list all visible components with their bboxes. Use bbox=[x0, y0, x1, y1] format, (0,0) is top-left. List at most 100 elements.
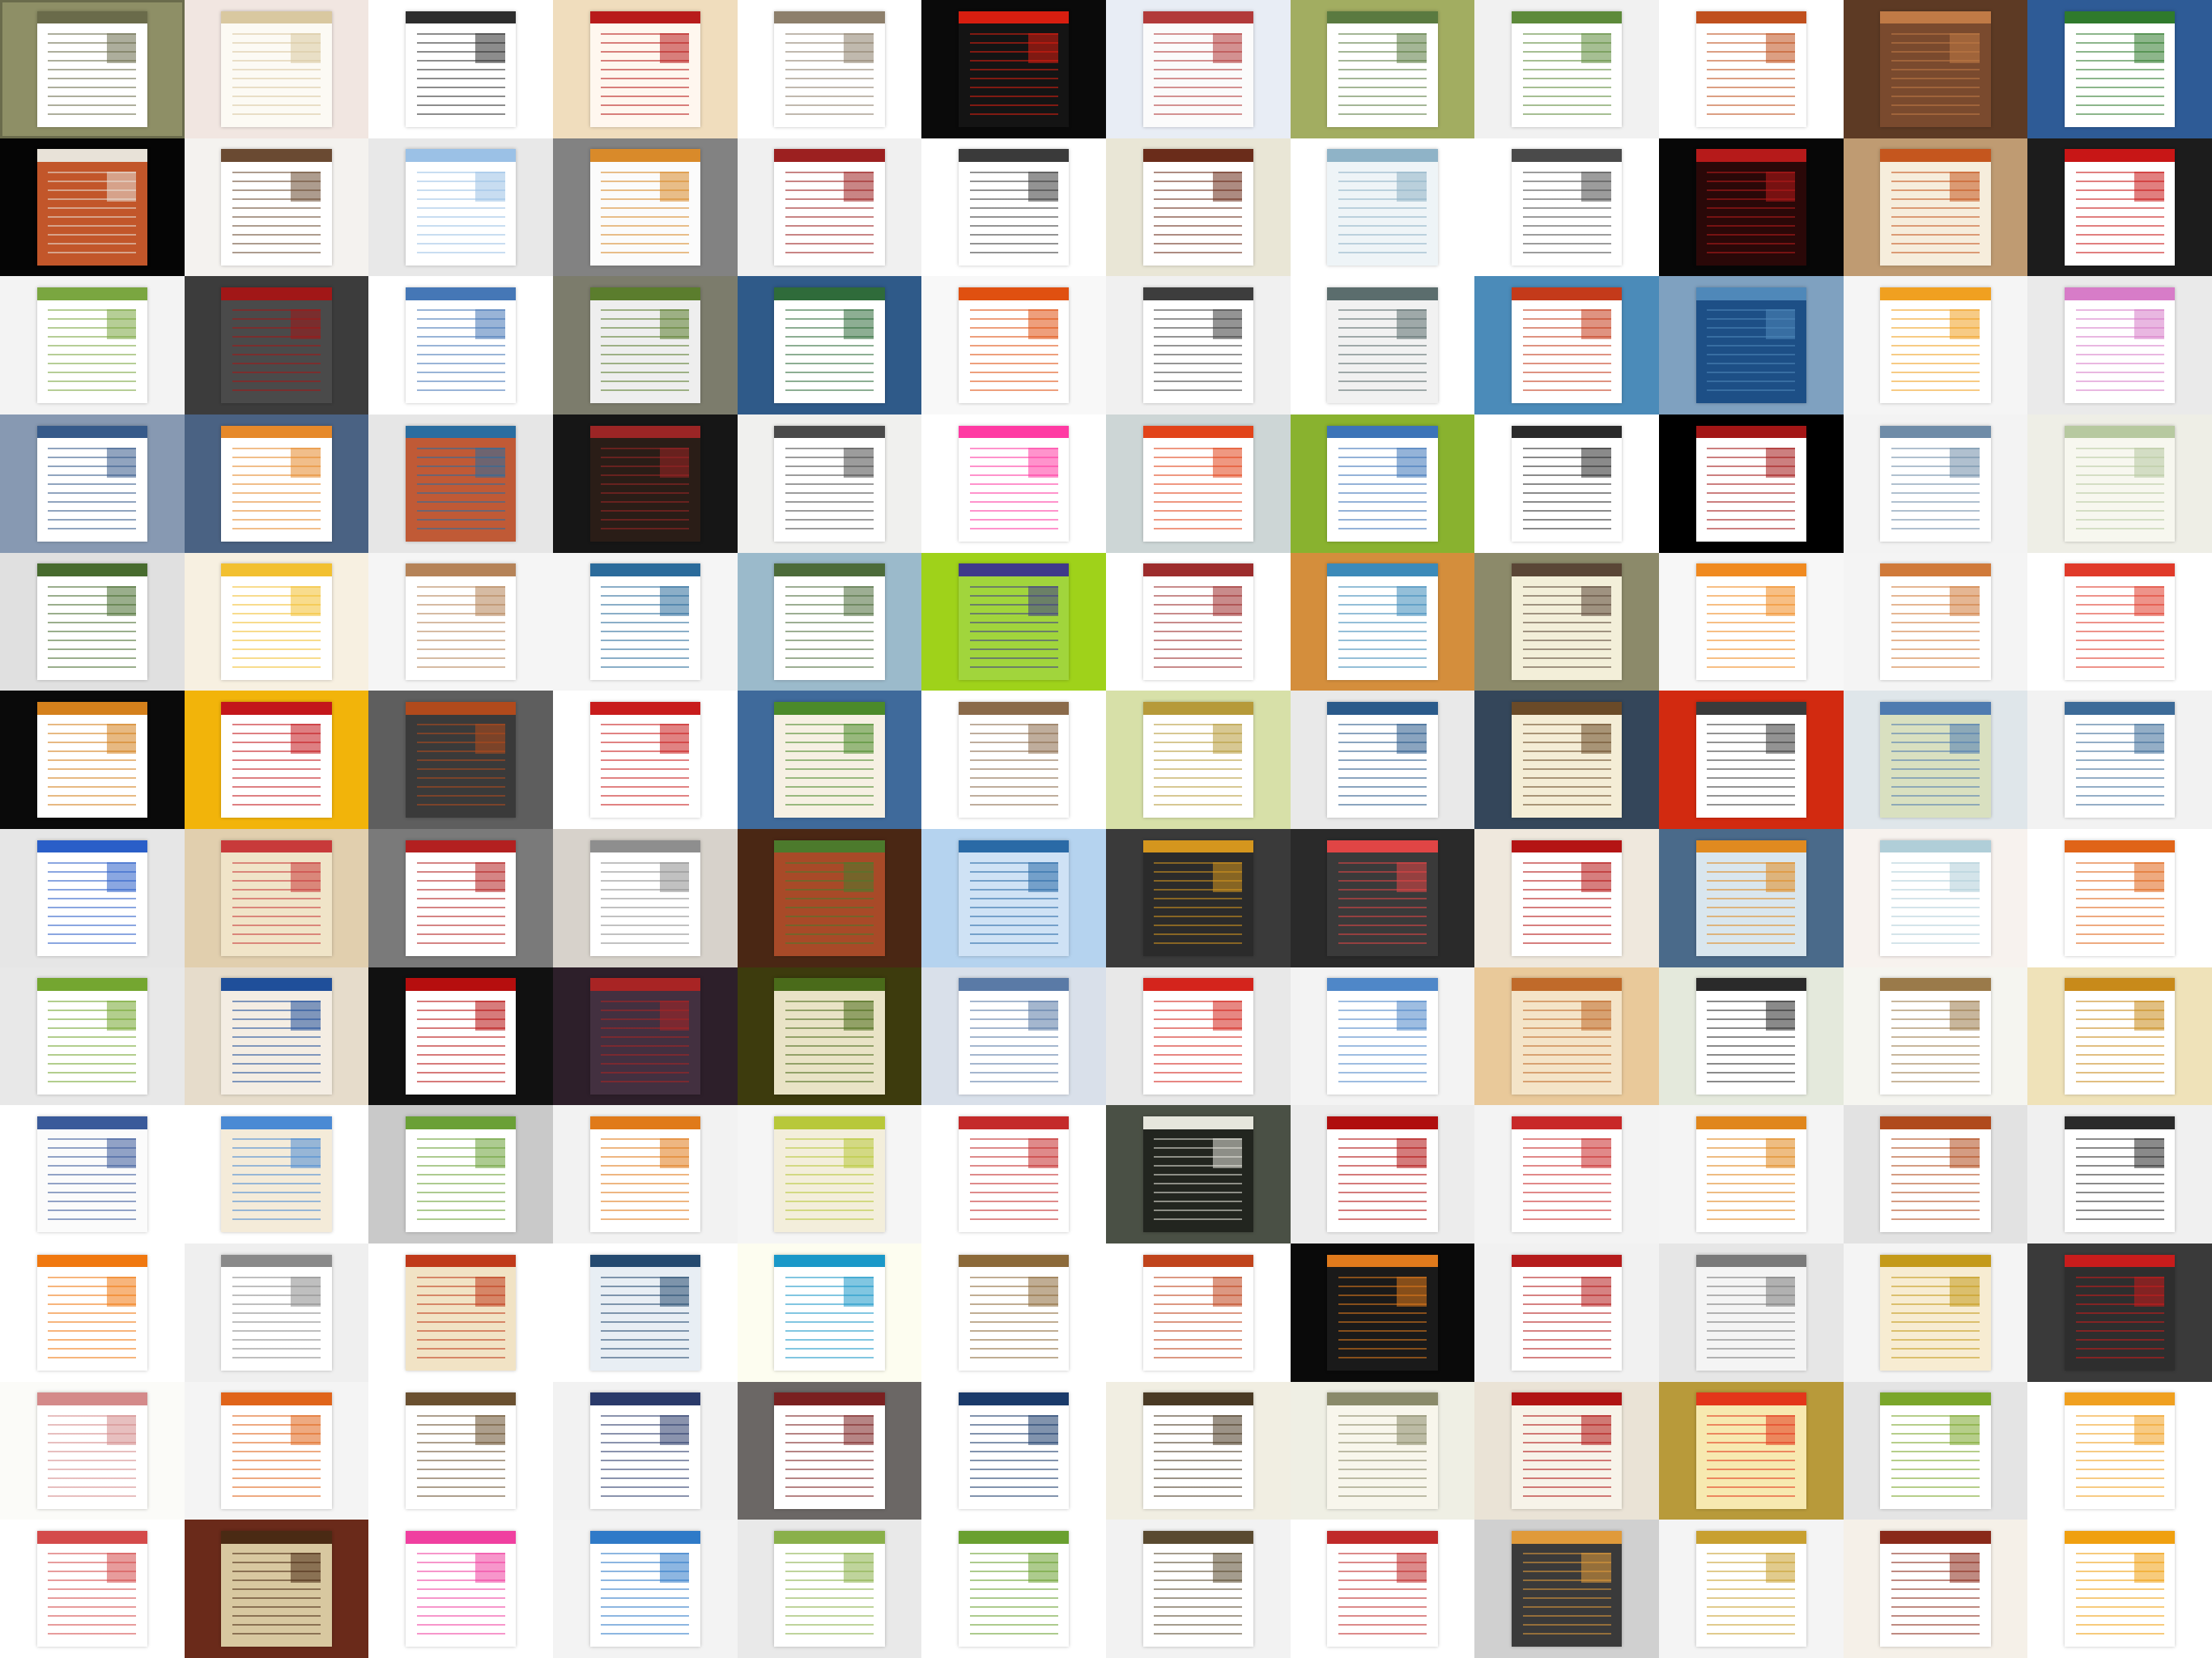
website-thumbnail[interactable] bbox=[0, 1381, 185, 1520]
website-thumbnail[interactable] bbox=[1106, 829, 1291, 967]
website-thumbnail[interactable] bbox=[1659, 1381, 1844, 1520]
website-thumbnail[interactable] bbox=[368, 552, 553, 691]
website-thumbnail[interactable] bbox=[184, 1381, 369, 1520]
website-thumbnail[interactable] bbox=[1290, 829, 1475, 967]
website-thumbnail[interactable] bbox=[921, 1105, 1106, 1244]
website-thumbnail[interactable] bbox=[1106, 1520, 1291, 1658]
website-thumbnail[interactable] bbox=[553, 967, 738, 1106]
website-thumbnail[interactable] bbox=[368, 414, 553, 553]
website-thumbnail[interactable] bbox=[2027, 691, 2212, 829]
website-thumbnail[interactable] bbox=[1106, 967, 1291, 1106]
website-thumbnail[interactable] bbox=[1659, 1244, 1844, 1382]
website-thumbnail[interactable] bbox=[553, 1244, 738, 1382]
website-thumbnail[interactable] bbox=[737, 0, 922, 138]
website-thumbnail[interactable] bbox=[2027, 138, 2212, 277]
website-thumbnail[interactable] bbox=[0, 0, 185, 138]
website-thumbnail[interactable] bbox=[1474, 829, 1659, 967]
website-thumbnail[interactable] bbox=[1106, 1244, 1291, 1382]
website-thumbnail[interactable] bbox=[184, 1105, 369, 1244]
website-thumbnail[interactable] bbox=[1659, 829, 1844, 967]
website-thumbnail[interactable] bbox=[1290, 1381, 1475, 1520]
website-thumbnail[interactable] bbox=[1106, 0, 1291, 138]
website-thumbnail[interactable] bbox=[2027, 967, 2212, 1106]
website-thumbnail[interactable] bbox=[1474, 552, 1659, 691]
website-thumbnail[interactable] bbox=[921, 829, 1106, 967]
website-thumbnail[interactable] bbox=[0, 691, 185, 829]
website-thumbnail[interactable] bbox=[737, 1105, 922, 1244]
website-thumbnail[interactable] bbox=[1659, 0, 1844, 138]
website-thumbnail[interactable] bbox=[1843, 138, 2028, 277]
website-thumbnail[interactable] bbox=[368, 829, 553, 967]
website-thumbnail[interactable] bbox=[921, 691, 1106, 829]
website-thumbnail[interactable] bbox=[1659, 1520, 1844, 1658]
website-thumbnail[interactable] bbox=[368, 967, 553, 1106]
website-thumbnail[interactable] bbox=[921, 1244, 1106, 1382]
website-thumbnail[interactable] bbox=[1659, 1105, 1844, 1244]
website-thumbnail[interactable] bbox=[1106, 138, 1291, 277]
website-thumbnail[interactable] bbox=[0, 552, 185, 691]
website-thumbnail[interactable] bbox=[921, 138, 1106, 277]
website-thumbnail[interactable] bbox=[1843, 691, 2028, 829]
website-thumbnail[interactable] bbox=[0, 1520, 185, 1658]
website-thumbnail[interactable] bbox=[368, 138, 553, 277]
website-thumbnail[interactable] bbox=[0, 1244, 185, 1382]
website-thumbnail[interactable] bbox=[1106, 691, 1291, 829]
website-thumbnail[interactable] bbox=[553, 1105, 738, 1244]
website-thumbnail[interactable] bbox=[1290, 414, 1475, 553]
website-thumbnail[interactable] bbox=[1290, 0, 1475, 138]
website-thumbnail[interactable] bbox=[184, 1244, 369, 1382]
website-thumbnail[interactable] bbox=[921, 0, 1106, 138]
website-thumbnail[interactable] bbox=[368, 691, 553, 829]
website-thumbnail[interactable] bbox=[737, 1381, 922, 1520]
website-thumbnail[interactable] bbox=[553, 0, 738, 138]
website-thumbnail[interactable] bbox=[184, 691, 369, 829]
website-thumbnail[interactable] bbox=[0, 1105, 185, 1244]
website-thumbnail[interactable] bbox=[1474, 691, 1659, 829]
website-thumbnail[interactable] bbox=[184, 829, 369, 967]
website-thumbnail[interactable] bbox=[1290, 1244, 1475, 1382]
website-thumbnail[interactable] bbox=[0, 276, 185, 414]
website-thumbnail[interactable] bbox=[1843, 1520, 2028, 1658]
website-thumbnail[interactable] bbox=[1659, 552, 1844, 691]
website-thumbnail[interactable] bbox=[2027, 829, 2212, 967]
website-thumbnail[interactable] bbox=[921, 414, 1106, 553]
website-thumbnail[interactable] bbox=[553, 1520, 738, 1658]
website-thumbnail[interactable] bbox=[737, 276, 922, 414]
website-thumbnail[interactable] bbox=[737, 691, 922, 829]
website-thumbnail[interactable] bbox=[1474, 138, 1659, 277]
website-thumbnail[interactable] bbox=[1843, 414, 2028, 553]
website-thumbnail[interactable] bbox=[2027, 1520, 2212, 1658]
website-thumbnail[interactable] bbox=[1290, 1105, 1475, 1244]
website-thumbnail[interactable] bbox=[1843, 1105, 2028, 1244]
website-thumbnail[interactable] bbox=[368, 1105, 553, 1244]
website-thumbnail[interactable] bbox=[553, 552, 738, 691]
website-thumbnail[interactable] bbox=[184, 1520, 369, 1658]
website-thumbnail[interactable] bbox=[2027, 414, 2212, 553]
website-thumbnail[interactable] bbox=[368, 276, 553, 414]
website-thumbnail[interactable] bbox=[0, 829, 185, 967]
website-thumbnail[interactable] bbox=[1843, 829, 2028, 967]
website-thumbnail[interactable] bbox=[1843, 1244, 2028, 1382]
website-thumbnail[interactable] bbox=[1290, 1520, 1475, 1658]
website-thumbnail[interactable] bbox=[184, 967, 369, 1106]
website-thumbnail[interactable] bbox=[1843, 967, 2028, 1106]
website-thumbnail[interactable] bbox=[1843, 0, 2028, 138]
website-thumbnail[interactable] bbox=[1106, 414, 1291, 553]
website-thumbnail[interactable] bbox=[1290, 691, 1475, 829]
website-thumbnail[interactable] bbox=[184, 552, 369, 691]
website-thumbnail[interactable] bbox=[2027, 0, 2212, 138]
website-thumbnail[interactable] bbox=[1290, 552, 1475, 691]
website-thumbnail[interactable] bbox=[368, 1244, 553, 1382]
website-thumbnail[interactable] bbox=[921, 967, 1106, 1106]
website-thumbnail[interactable] bbox=[0, 138, 185, 277]
website-thumbnail[interactable] bbox=[2027, 552, 2212, 691]
website-thumbnail[interactable] bbox=[2027, 1105, 2212, 1244]
website-thumbnail[interactable] bbox=[1474, 276, 1659, 414]
website-thumbnail[interactable] bbox=[737, 1520, 922, 1658]
website-thumbnail[interactable] bbox=[1659, 967, 1844, 1106]
website-thumbnail[interactable] bbox=[1106, 1105, 1291, 1244]
website-thumbnail[interactable] bbox=[1106, 1381, 1291, 1520]
website-thumbnail[interactable] bbox=[184, 276, 369, 414]
website-thumbnail[interactable] bbox=[921, 552, 1106, 691]
website-thumbnail[interactable] bbox=[1843, 276, 2028, 414]
